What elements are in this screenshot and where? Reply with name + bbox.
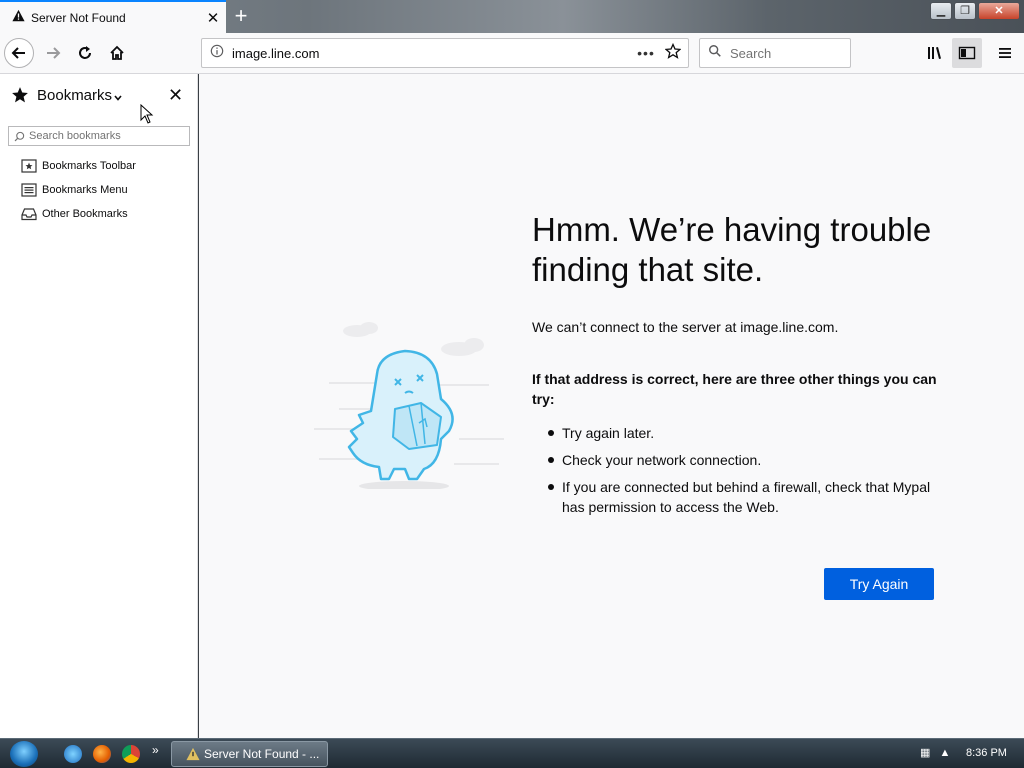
bookmark-star-icon[interactable] (658, 42, 688, 64)
bookmarks-sidebar: Bookmarks ✕ Search bookmarks Bookmarks T… (0, 74, 198, 738)
tab-title: Server Not Found (31, 11, 126, 25)
menu-button[interactable] (990, 38, 1020, 68)
forward-button[interactable] (38, 38, 68, 68)
library-button[interactable] (920, 38, 950, 68)
restore-button[interactable]: ❐ (954, 2, 976, 20)
tab-close-icon[interactable]: ✕ (200, 9, 226, 27)
library-icon (928, 47, 941, 59)
sidebar-close-icon[interactable]: ✕ (168, 85, 183, 106)
search-bar[interactable]: Search (699, 38, 851, 68)
home-button[interactable] (102, 38, 132, 68)
start-button[interactable] (10, 741, 38, 767)
url-text[interactable]: image.line.com (232, 46, 634, 61)
minimize-button[interactable]: ▁ (930, 2, 952, 20)
suggestion-item: If you are connected but behind a firewa… (548, 477, 948, 517)
bookmarks-search-placeholder: Search bookmarks (29, 130, 121, 142)
confused-dinosaur-illustration (314, 322, 504, 489)
search-icon (700, 44, 730, 63)
browser-app-icon (186, 747, 200, 761)
sidebar-item-bookmarks-menu[interactable]: Bookmarks Menu (21, 180, 128, 200)
warning-icon (7, 9, 29, 27)
window-close-button[interactable]: ✕ (978, 2, 1020, 20)
error-page: Hmm. We’re having trouble finding that s… (199, 74, 1024, 738)
navigation-toolbar: image.line.com ••• Search (0, 33, 1024, 74)
sidebar-item-label: Other Bookmarks (42, 208, 128, 220)
error-description: We can’t connect to the server at image.… (532, 319, 839, 335)
chrome-icon[interactable] (122, 745, 140, 763)
suggestions-heading: If that address is correct, here are thr… (532, 371, 937, 407)
sidebar-item-label: Bookmarks Menu (42, 184, 128, 196)
clock[interactable]: 8:36 PM (966, 747, 1007, 759)
mouse-cursor-icon (140, 104, 154, 124)
suggestion-item: Check your network connection. (548, 450, 948, 470)
try-again-button[interactable]: Try Again (824, 568, 934, 600)
sidebar-toggle-button[interactable] (952, 38, 982, 68)
bookmarks-toolbar-icon (21, 159, 37, 173)
home-icon (110, 45, 124, 60)
reload-button[interactable] (70, 38, 100, 68)
sidebar-title[interactable]: Bookmarks (37, 87, 112, 104)
new-tab-button[interactable]: + (228, 2, 254, 30)
firefox-icon[interactable] (93, 745, 111, 763)
suggestions-list: Try again later. Check your network conn… (548, 423, 948, 524)
forward-arrow-icon (47, 47, 61, 59)
hamburger-menu-icon (999, 48, 1011, 58)
title-bar: Server Not Found ✕ + ▁ ❐ ✕ (0, 0, 1024, 34)
sidebar-icon (958, 46, 976, 60)
search-icon (14, 131, 25, 142)
taskbar-app-button[interactable]: Server Not Found - ... (171, 741, 328, 767)
page-actions-icon[interactable]: ••• (634, 45, 658, 61)
chevron-down-icon[interactable] (113, 90, 123, 108)
taskbar-app-label: Server Not Found - ... (204, 747, 320, 761)
url-bar[interactable]: image.line.com ••• (201, 38, 689, 68)
back-arrow-icon (11, 47, 25, 59)
system-tray[interactable]: ▦ ▲ (920, 746, 950, 759)
search-placeholder: Search (730, 45, 772, 61)
sidebar-item-other-bookmarks[interactable]: Other Bookmarks (21, 204, 128, 224)
tab-server-not-found[interactable]: Server Not Found ✕ (0, 0, 226, 34)
back-button[interactable] (4, 38, 34, 68)
window-controls: ▁ ❐ ✕ (930, 2, 1020, 20)
taskbar: » Server Not Found - ... ▦ ▲ 8:36 PM (0, 738, 1024, 768)
internet-explorer-icon[interactable] (64, 745, 82, 763)
bookmarks-search-input[interactable]: Search bookmarks (8, 126, 190, 146)
suggestion-item: Try again later. (548, 423, 948, 443)
error-title: Hmm. We’re having trouble finding that s… (532, 211, 932, 288)
reload-icon (79, 46, 91, 59)
quicklaunch-chevron-icon[interactable]: » (152, 743, 159, 757)
sidebar-item-label: Bookmarks Toolbar (42, 160, 136, 172)
bookmarks-menu-icon (21, 183, 37, 197)
star-icon (11, 86, 29, 109)
sidebar-header[interactable]: Bookmarks ✕ (0, 82, 198, 110)
other-bookmarks-icon (21, 208, 37, 221)
sidebar-item-bookmarks-toolbar[interactable]: Bookmarks Toolbar (21, 156, 136, 176)
site-info-icon[interactable] (202, 44, 232, 63)
